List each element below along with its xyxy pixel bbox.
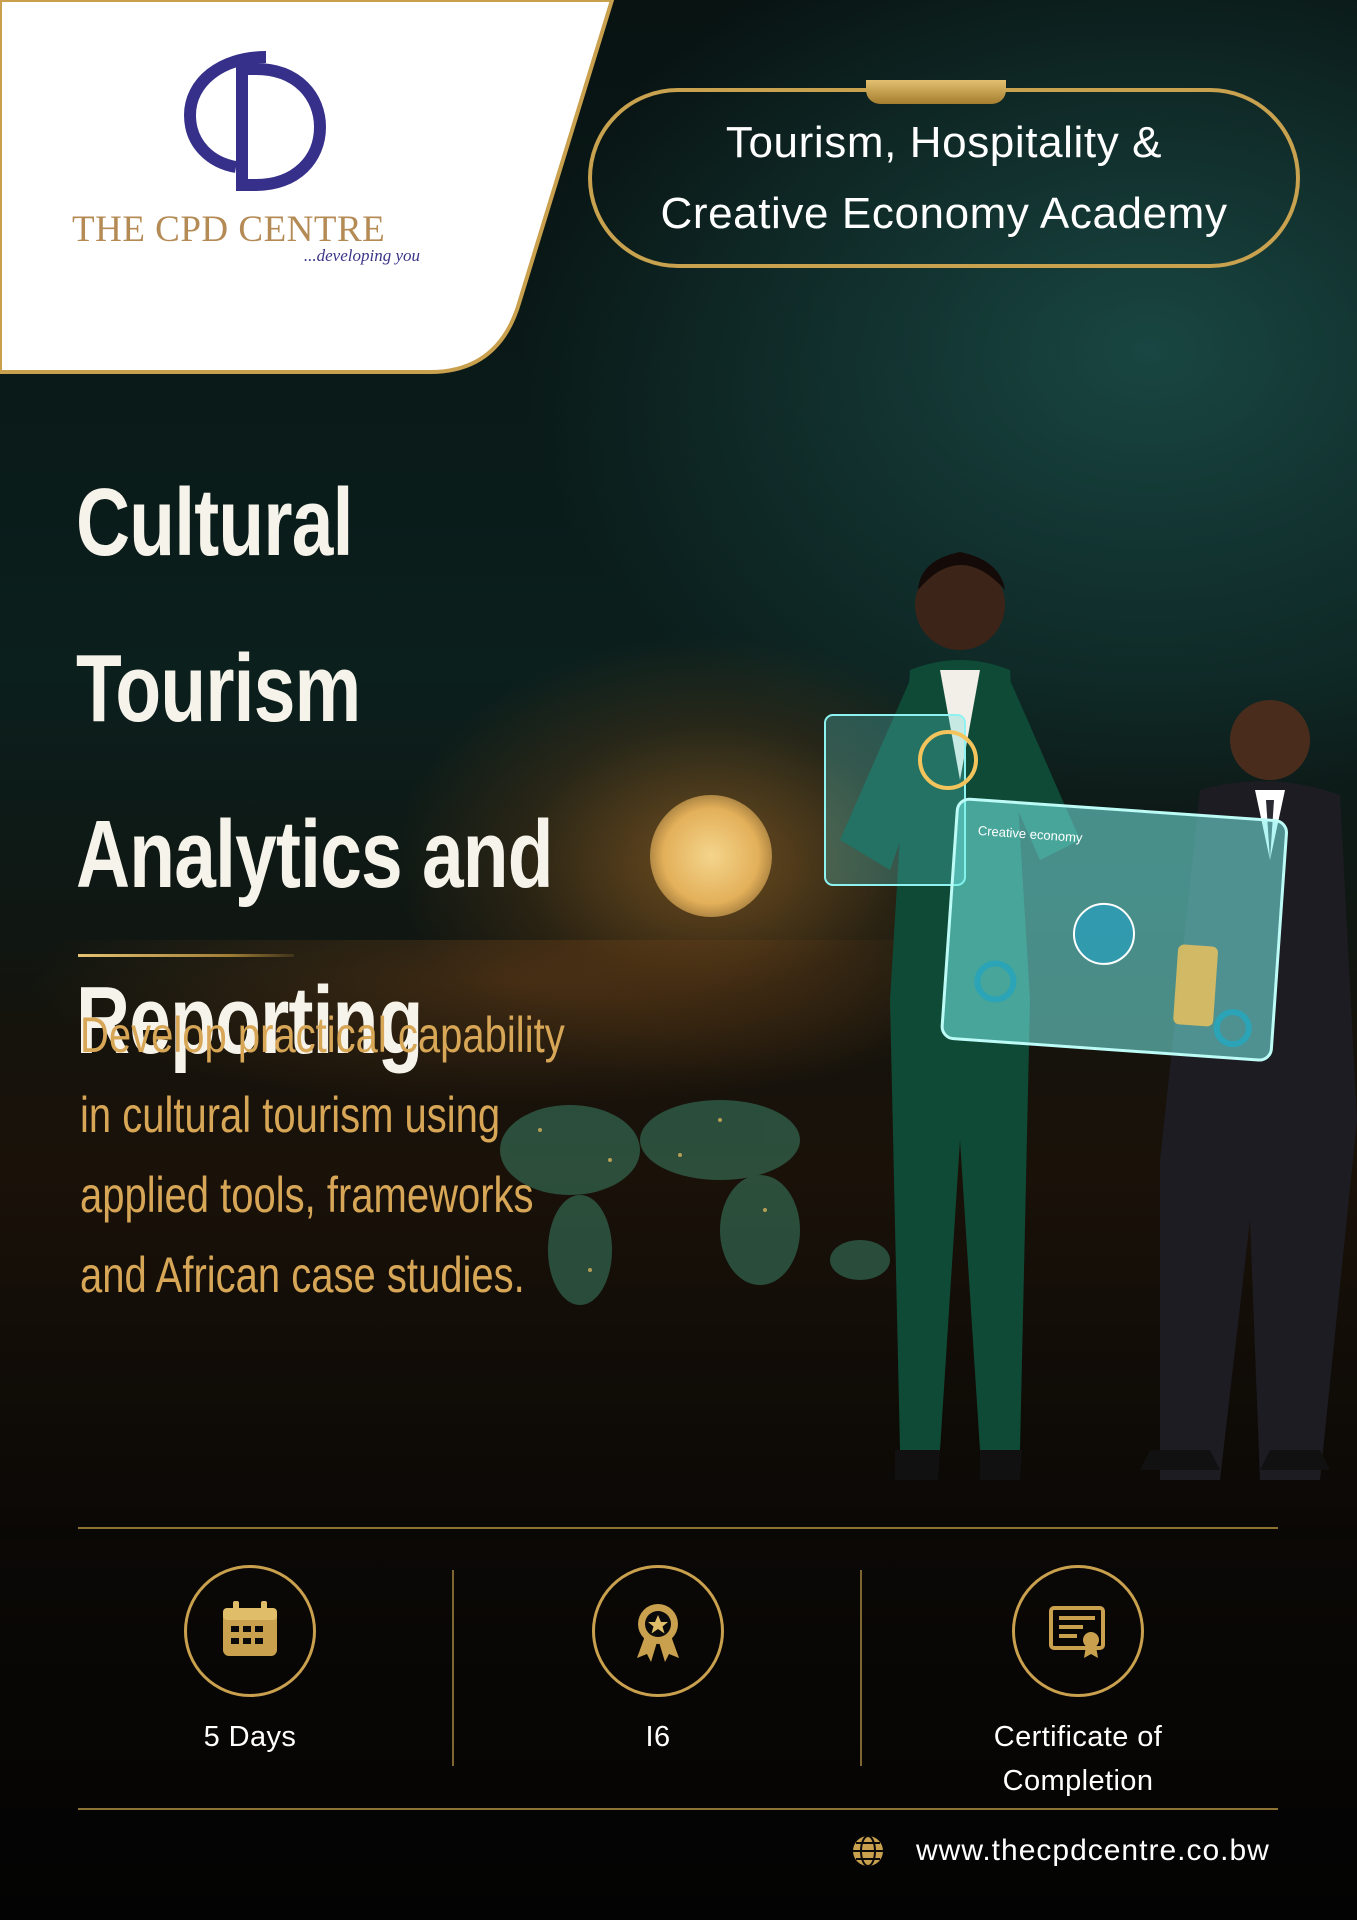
certificate-icon	[1049, 1606, 1105, 1658]
features-top-rule	[78, 1527, 1278, 1529]
feature-duration: 5 Days	[100, 1565, 400, 1759]
academy-badge-notch	[866, 80, 1006, 104]
academy-label: Tourism, Hospitality & Creative Economy …	[660, 118, 1228, 238]
features-divider-1	[452, 1570, 454, 1766]
professionals-illustration: Creative economy	[824, 552, 1357, 1480]
feature-certificate: Certificate of Completion	[928, 1565, 1228, 1803]
feature-cpd-points: I6	[508, 1565, 808, 1759]
hologram-panel-right: Creative economy	[940, 797, 1288, 1062]
features-divider-2	[860, 1570, 862, 1766]
brand-tagline: ...developing you	[303, 246, 420, 265]
award-badge-icon	[637, 1604, 679, 1662]
academy-badge: Tourism, Hospitality & Creative Economy …	[588, 88, 1300, 268]
calendar-icon	[223, 1601, 277, 1656]
title-divider	[78, 954, 294, 957]
award-ring	[592, 1565, 724, 1697]
cpd-points-label: I6	[645, 1721, 671, 1753]
certificate-ring	[1012, 1565, 1144, 1697]
sunset-sun	[650, 795, 772, 917]
globe-icon	[853, 1835, 883, 1867]
footer: www.thecpdcentre.co.bw	[850, 1833, 1270, 1869]
logo-panel: THE CPD CENTRE ...developing you	[0, 0, 620, 380]
features-bottom-rule	[78, 1808, 1278, 1810]
cpd-logo-icon	[183, 51, 327, 191]
website-link[interactable]: www.thecpdcentre.co.bw	[916, 1834, 1270, 1868]
duration-label: 5 Days	[203, 1721, 297, 1753]
course-description: Develop practical capability in cultural…	[80, 1007, 565, 1303]
certificate-label: Certificate of Completion	[993, 1721, 1163, 1797]
calendar-ring	[184, 1565, 316, 1697]
brand-name: THE CPD CENTRE	[72, 209, 386, 250]
